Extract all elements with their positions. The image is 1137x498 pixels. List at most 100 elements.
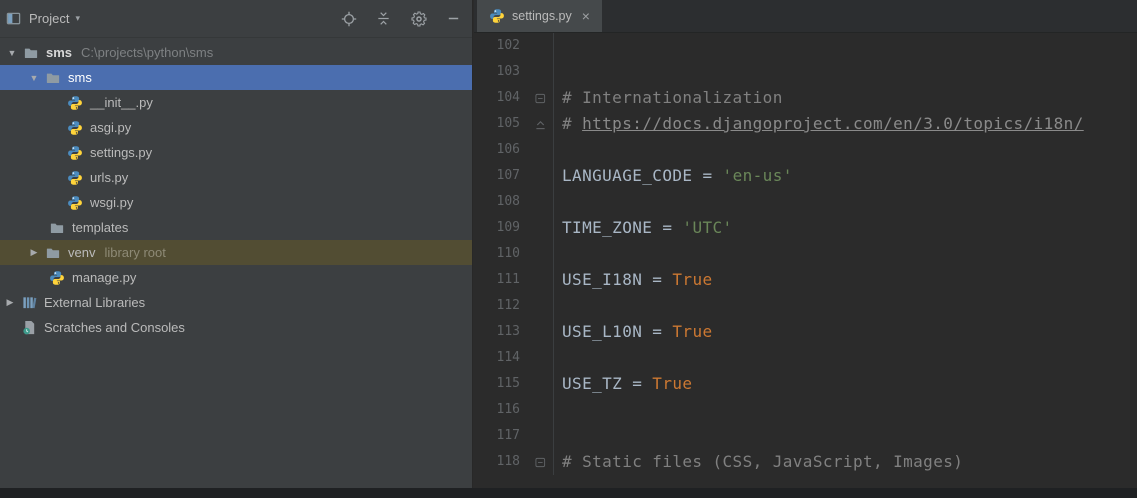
code-line-108: 108 — [474, 189, 1137, 215]
gutter[interactable]: 112 — [474, 293, 554, 319]
hide-icon[interactable] — [445, 10, 462, 27]
gutter[interactable]: 115 — [474, 371, 554, 397]
doc-link[interactable]: https://docs.djangoproject.com/en/3.0/to… — [582, 114, 1084, 133]
tab-settings-py[interactable]: settings.py × — [477, 0, 602, 32]
tree-item-wsgi-py[interactable]: wsgi.py — [0, 190, 472, 215]
chevron-down-icon[interactable]: ▾ — [75, 13, 80, 24]
editor-code-area[interactable]: 102 103 104 # Internationalization 105 # http… — [474, 33, 1137, 475]
gutter[interactable]: 107 — [474, 163, 554, 189]
close-tab-icon[interactable]: × — [582, 8, 590, 24]
locate-icon[interactable] — [340, 10, 357, 27]
editor-area: settings.py × 102 103 104 # Internationaliz… — [474, 0, 1137, 488]
fold-column — [520, 163, 553, 189]
window-bottom-strip — [0, 488, 1137, 498]
tree-item-asgi-py[interactable]: asgi.py — [0, 115, 472, 140]
gutter[interactable]: 103 — [474, 59, 554, 85]
line-number: 110 — [496, 246, 520, 261]
fold-column — [520, 189, 553, 215]
python-icon — [48, 270, 66, 286]
tree-item-label: sms — [68, 70, 92, 85]
project-panel-title[interactable]: Project — [29, 11, 69, 26]
tree-item-sms[interactable]: ▼ sms — [0, 65, 472, 90]
gutter[interactable]: 118 — [474, 449, 554, 475]
chevron-right-icon[interactable]: ▶ — [24, 247, 44, 258]
gutter[interactable]: 102 — [474, 33, 554, 59]
code-text: USE_TZ = True — [554, 371, 692, 397]
code-token-plain: TIME_ZONE = — [562, 218, 683, 237]
gutter[interactable]: 106 — [474, 137, 554, 163]
gutter[interactable]: 109 — [474, 215, 554, 241]
line-number: 108 — [496, 194, 520, 209]
tree-item-urls-py[interactable]: urls.py — [0, 165, 472, 190]
tree-item-external-libraries[interactable]: ▶ External Libraries — [0, 290, 472, 315]
line-number: 112 — [496, 298, 520, 313]
chevron-down-icon[interactable]: ▼ — [2, 48, 22, 58]
fold-rect-icon[interactable] — [520, 449, 553, 475]
code-token-comment: # Static files (CSS, JavaScript, Images) — [562, 452, 964, 471]
folder-icon — [44, 245, 62, 261]
fold-column — [520, 319, 553, 345]
chevron-right-icon[interactable]: ▶ — [0, 297, 20, 308]
tree-item-suffix: C:\projects\python\sms — [81, 45, 214, 60]
gutter[interactable]: 114 — [474, 345, 554, 371]
tree-item-settings-py[interactable]: settings.py — [0, 140, 472, 165]
code-line-105: 105 # https://docs.djangoproject.com/en/3… — [474, 111, 1137, 137]
code-text: # https://docs.djangoproject.com/en/3.0/… — [554, 111, 1084, 137]
gutter[interactable]: 117 — [474, 423, 554, 449]
code-text: # Static files (CSS, JavaScript, Images) — [554, 449, 963, 475]
python-icon — [66, 170, 84, 186]
code-text: USE_L10N = True — [554, 319, 713, 345]
code-line-103: 103 — [474, 59, 1137, 85]
line-number: 115 — [496, 376, 520, 391]
tree-item-root-sms[interactable]: ▼ sms C:\projects\python\sms — [0, 40, 472, 65]
gutter[interactable]: 110 — [474, 241, 554, 267]
gutter[interactable]: 108 — [474, 189, 554, 215]
line-number: 111 — [496, 272, 520, 287]
code-text: USE_I18N = True — [554, 267, 713, 293]
fold-up-icon[interactable] — [520, 111, 553, 137]
tree-item-label: venv — [68, 245, 96, 260]
gutter[interactable]: 113 — [474, 319, 554, 345]
gutter[interactable]: 116 — [474, 397, 554, 423]
tree-item-manage-py[interactable]: manage.py — [0, 265, 472, 290]
python-icon — [66, 95, 84, 111]
fold-rect-icon[interactable] — [520, 85, 553, 111]
line-number: 106 — [496, 142, 520, 157]
gutter[interactable]: 111 — [474, 267, 554, 293]
tree-item-scratches[interactable]: Scratches and Consoles — [0, 315, 472, 340]
gutter[interactable]: 104 — [474, 85, 554, 111]
tree-item-label: __init__.py — [90, 95, 153, 110]
code-line-115: 115 USE_TZ = True — [474, 371, 1137, 397]
code-line-110: 110 — [474, 241, 1137, 267]
code-text: LANGUAGE_CODE = 'en-us' — [554, 163, 793, 189]
code-token-string: 'en-us' — [722, 166, 793, 185]
tree-item-label: settings.py — [90, 145, 153, 160]
chevron-down-icon[interactable]: ▼ — [24, 73, 44, 83]
project-tool-window: Project ▾ ▼ sms C:\projects\python\sms ▼ sms… — [0, 0, 473, 488]
tree-item-label: manage.py — [72, 270, 137, 285]
fold-column — [520, 267, 553, 293]
tree-item-init-py[interactable]: __init__.py — [0, 90, 472, 115]
tab-label: settings.py — [512, 9, 572, 23]
python-icon — [66, 195, 84, 211]
collapse-all-icon[interactable] — [375, 10, 392, 27]
code-line-113: 113 USE_L10N = True — [474, 319, 1137, 345]
editor-tab-bar: settings.py × — [474, 0, 1137, 33]
code-line-112: 112 — [474, 293, 1137, 319]
code-token-keyword: True — [672, 322, 713, 341]
line-number: 107 — [496, 168, 520, 183]
gear-icon[interactable] — [410, 10, 427, 27]
gutter[interactable]: 105 — [474, 111, 554, 137]
code-text: TIME_ZONE = 'UTC' — [554, 215, 733, 241]
line-number: 118 — [496, 454, 520, 469]
line-number: 114 — [496, 350, 520, 365]
tree-item-templates[interactable]: templates — [0, 215, 472, 240]
tree-item-label: urls.py — [90, 170, 129, 185]
code-line-114: 114 — [474, 345, 1137, 371]
tree-item-venv[interactable]: ▶ venv library root — [0, 240, 472, 265]
